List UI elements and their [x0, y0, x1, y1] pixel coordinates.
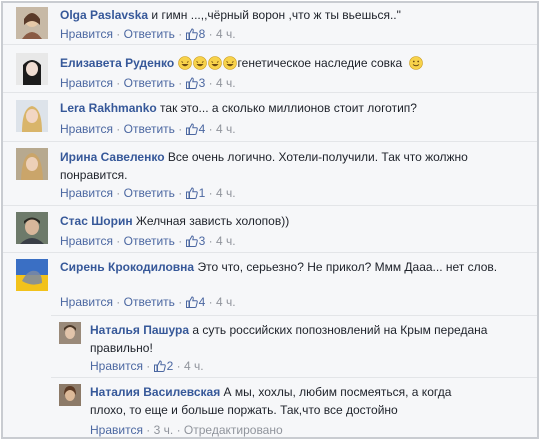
comment-text: Это что, серьезно? Не прикол? Ммм Дааа..…	[197, 260, 498, 274]
comment-actions: Нравится · Ответить · 8 · 4 ч.	[60, 27, 236, 41]
like-count[interactable]: 8	[185, 27, 205, 41]
avatar[interactable]	[16, 259, 48, 291]
timestamp[interactable]: 4 ч.	[184, 359, 204, 373]
reply-link[interactable]: Ответить	[124, 234, 175, 248]
timestamp[interactable]: 4 ч.	[216, 234, 236, 248]
edited-link[interactable]: Отредактировано	[184, 423, 283, 437]
comment-body: Елизавета Руденко генетическое наследие …	[60, 54, 525, 72]
reply: Наталья Пашура а суть российских попозно…	[51, 315, 537, 378]
comment-author[interactable]: Наталья Пашура	[90, 323, 189, 337]
comment: Елизавета Руденко генетическое наследие …	[3, 46, 537, 93]
like-link[interactable]: Нравится	[90, 359, 143, 373]
comment-author[interactable]: Lera Rakhmanko	[60, 101, 157, 115]
like-link[interactable]: Нравится	[60, 295, 113, 309]
timestamp[interactable]: 4 ч.	[216, 76, 236, 90]
comment-body: Стас Шорин Желчная зависть холопов))	[60, 212, 525, 230]
avatar[interactable]	[16, 148, 48, 180]
comments-panel: Olga Paslavska и гимн ...,,чёрный ворон …	[1, 1, 539, 439]
comment-actions: Нравится · Ответить · 3 · 4 ч.	[60, 76, 236, 90]
comment-body: Сирень Крокодиловна Это что, серьезно? Н…	[60, 258, 510, 276]
comment-actions: Нравится · Ответить · 4 · 4 ч.	[60, 295, 236, 309]
avatar[interactable]	[16, 100, 48, 132]
comment-author[interactable]: Наталия Василевская	[90, 385, 220, 399]
avatar[interactable]	[16, 7, 48, 39]
thumbs-up-icon	[185, 296, 198, 308]
thumbs-up-icon	[153, 360, 166, 372]
reply-link[interactable]: Ответить	[124, 186, 175, 200]
thumbs-up-icon	[185, 187, 198, 199]
like-count[interactable]: 3	[185, 76, 205, 90]
reply-link[interactable]: Ответить	[124, 122, 175, 136]
comment-body: Наталия Василевская А мы, хохлы, любим п…	[90, 383, 490, 419]
thumbs-up-icon	[185, 28, 198, 40]
avatar[interactable]	[59, 384, 81, 406]
reply-link[interactable]: Ответить	[124, 76, 175, 90]
laughing-emoji-icon	[177, 56, 192, 70]
comment-body: Lera Rakhmanko так это... а сколько милл…	[60, 99, 525, 117]
comment-text: так это... а сколько миллионов стоит лог…	[160, 101, 417, 115]
comment-body: Наталья Пашура а суть российских попозно…	[90, 321, 490, 357]
reply-link[interactable]: Ответить	[124, 295, 175, 309]
timestamp[interactable]: 3 ч.	[154, 423, 174, 437]
thumbs-up-icon	[185, 235, 198, 247]
thumbs-up-icon	[185, 123, 198, 135]
avatar[interactable]	[16, 53, 48, 85]
smile-emoji-icon	[408, 56, 423, 70]
comment-author[interactable]: Olga Paslavska	[60, 8, 148, 22]
comment-actions: Нравится · 3 ч. · Отредактировано	[90, 423, 283, 437]
avatar[interactable]	[59, 322, 81, 344]
avatar[interactable]	[16, 212, 48, 244]
like-link[interactable]: Нравится	[90, 423, 143, 437]
comment: Стас Шорин Желчная зависть холопов)) Нра…	[3, 206, 537, 253]
like-count[interactable]: 2	[153, 359, 173, 373]
like-count[interactable]: 1	[185, 186, 205, 200]
comment-author[interactable]: Ирина Савеленко	[60, 150, 165, 164]
comment-actions: Нравится · 2 · 4 ч.	[90, 359, 204, 373]
laughing-emoji-icon	[207, 56, 222, 70]
like-link[interactable]: Нравится	[60, 234, 113, 248]
comment-author[interactable]: Сирень Крокодиловна	[60, 260, 194, 274]
laughing-emoji-icon	[222, 56, 237, 70]
like-count[interactable]: 4	[185, 295, 205, 309]
reply-link[interactable]: Ответить	[124, 27, 175, 41]
timestamp[interactable]: 4 ч.	[216, 27, 236, 41]
like-link[interactable]: Нравится	[60, 186, 113, 200]
laughing-emoji-icon	[192, 56, 207, 70]
comment: Olga Paslavska и гимн ...,,чёрный ворон …	[3, 3, 537, 45]
comment-body: Olga Paslavska и гимн ...,,чёрный ворон …	[60, 6, 525, 24]
timestamp[interactable]: 4 ч.	[216, 122, 236, 136]
like-link[interactable]: Нравится	[60, 27, 113, 41]
timestamp[interactable]: 4 ч.	[216, 295, 236, 309]
like-link[interactable]: Нравится	[60, 76, 113, 90]
like-link[interactable]: Нравится	[60, 122, 113, 136]
comment-text: генетическое наследие совка	[237, 56, 403, 70]
reply: Наталия Василевская А мы, хохлы, любим п…	[51, 377, 537, 438]
comment-actions: Нравится · Ответить · 4 · 4 ч.	[60, 122, 236, 136]
like-count[interactable]: 4	[185, 122, 205, 136]
comment-actions: Нравится · Ответить · 3 · 4 ч.	[60, 234, 236, 248]
comment-author[interactable]: Елизавета Руденко	[60, 56, 174, 70]
comment-author[interactable]: Стас Шорин	[60, 214, 133, 228]
comment: Ирина Савеленко Все очень логично. Хотел…	[3, 142, 537, 206]
comment-text: Желчная зависть холопов))	[135, 214, 290, 228]
like-count[interactable]: 3	[185, 234, 205, 248]
thumbs-up-icon	[185, 77, 198, 89]
comment: Сирень Крокодиловна Это что, серьезно? Н…	[3, 253, 537, 315]
timestamp[interactable]: 4 ч.	[216, 186, 236, 200]
comment-text: и гимн ...,,чёрный ворон ,что ж ты вьешь…	[151, 8, 401, 22]
comment-body: Ирина Савеленко Все очень логично. Хотел…	[60, 148, 490, 184]
comment: Lera Rakhmanko так это... а сколько милл…	[3, 93, 537, 142]
comment-actions: Нравится · Ответить · 1 · 4 ч.	[60, 186, 236, 200]
